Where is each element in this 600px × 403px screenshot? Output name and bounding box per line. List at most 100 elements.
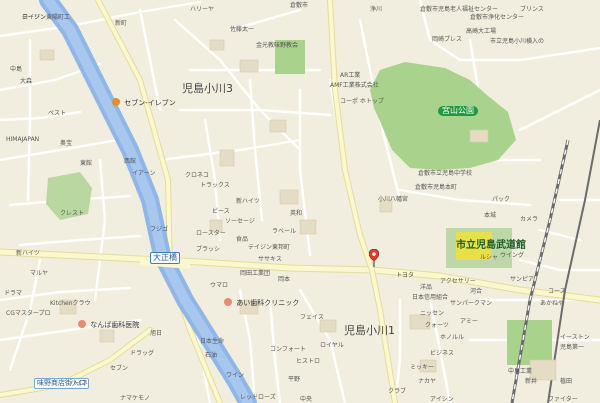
map-label: ハイネ: [70, 380, 88, 387]
map-label: あかねや: [540, 300, 565, 307]
map-label: パック: [492, 196, 511, 203]
map-label: 新ハイツ: [16, 250, 40, 257]
map-label: サンピア: [510, 276, 535, 283]
map-label: ワイン: [226, 372, 245, 379]
map-label: ドラッグ: [130, 350, 155, 357]
map-label: 小川八幡宮: [378, 196, 409, 203]
map-label: ルシャ: [480, 254, 499, 261]
map-label: 新井: [525, 378, 538, 385]
map-label: カメラ: [520, 216, 539, 223]
map-label: 日本生命: [200, 338, 225, 345]
map-label: 河合: [470, 288, 483, 295]
map-label: ブリンス: [520, 6, 544, 13]
map-label: ロイヤル: [320, 342, 344, 349]
area-label-kojima-ogawa-3: 児島小川3: [182, 82, 233, 95]
map-label: セブン: [110, 365, 129, 372]
map-label: マルヤ: [30, 270, 49, 277]
map-label: ブラッシ: [196, 246, 221, 253]
map-label: コース: [548, 288, 566, 295]
map-label: 石油: [205, 352, 218, 359]
map-label: AMF工業株式会社: [330, 82, 379, 89]
map-label: 中島: [10, 66, 23, 73]
map-label: 大森: [20, 78, 33, 85]
map-label: 児島第一: [560, 344, 585, 351]
poi-seven-eleven[interactable]: セブン-イレブン: [112, 98, 176, 108]
map-label: ウイング: [500, 252, 525, 259]
map-label: 倉敷市児島老人福祉センター: [420, 6, 499, 13]
map-label: サンパークマン: [450, 300, 493, 307]
map-label: 金光教味野教会: [256, 42, 299, 49]
map-label: ソーセージ: [225, 218, 255, 225]
poi-dental-namba[interactable]: なんば歯科医院: [78, 320, 139, 330]
map-label: 倉敷市立児島中学校: [418, 170, 473, 177]
map-label: 倉敷市児島本町: [415, 184, 458, 191]
map-label: 倉敷市浄化センター: [470, 14, 525, 21]
map-label: Kitchenクラウ: [50, 300, 91, 307]
map-label: ミッキー: [410, 364, 435, 371]
map-label: ファイター: [548, 396, 578, 403]
map-label: 岡田工業団: [240, 270, 271, 277]
map-label: レッドローズ: [240, 394, 276, 401]
map-label: 洋品: [420, 284, 433, 291]
map-label: 奥宝: [60, 140, 73, 147]
map-label: トラックス: [200, 182, 230, 189]
map-label: CGマスタープロ: [6, 310, 51, 317]
map-label: 岡崎プレス: [432, 36, 463, 43]
map-label: 旭日: [150, 330, 163, 337]
map-label: ナカヤ: [418, 378, 437, 385]
map-label: ニッセン: [420, 310, 445, 317]
map-label: アイシン: [430, 396, 454, 403]
map-label: 市立児島小川横入の: [490, 38, 545, 45]
map-label: 日本信用組合: [412, 294, 449, 301]
map-label: クレスト: [60, 210, 85, 217]
map-label: ハリーヤ: [190, 6, 215, 13]
map-label: 倉敷市: [290, 2, 309, 9]
map-label: ウマロ: [210, 282, 229, 289]
map-label: ピース: [212, 208, 230, 215]
map-label: 新ハイツ: [236, 198, 260, 205]
map-label: アミー: [460, 318, 478, 325]
map-label: 東館: [80, 160, 93, 167]
bridge-label: 大正橋: [150, 252, 180, 264]
map-label: ビジネス: [430, 350, 455, 357]
map-label: AR工業: [340, 72, 361, 79]
map-label: ホノルル: [440, 334, 465, 341]
clinic-icon: [78, 320, 86, 328]
map-label: クロネコ: [185, 172, 209, 179]
poi-label: セブン-イレブン: [124, 99, 176, 107]
map-label: コンフォート: [270, 346, 306, 353]
map-label: アクセサリー: [440, 278, 476, 285]
map-label: ローソン: [22, 14, 47, 21]
poi-label: なんば歯科医院: [90, 321, 140, 329]
poi-label: あい歯科クリニック: [236, 299, 300, 307]
map-label: イアーン: [132, 170, 156, 177]
map-label: ペスト: [48, 110, 67, 117]
map-label: 食品: [236, 236, 249, 243]
location-pin-icon[interactable]: [369, 249, 379, 267]
map-label: テイジン東邦町: [248, 244, 291, 251]
map-label: 平野: [288, 376, 301, 383]
map-label: 浄川: [370, 6, 383, 13]
map-label: フジゴ: [150, 226, 169, 233]
map-label: 植田: [560, 378, 573, 385]
poi-dental-ai[interactable]: あい歯科クリニック: [224, 298, 299, 308]
map-label: ナマケモノ: [120, 395, 151, 402]
map-label: ササキス: [258, 256, 282, 263]
map-label: 中島工業: [508, 368, 533, 375]
store-icon: [112, 98, 120, 106]
area-label-kojima-ogawa-1: 児島小川1: [344, 324, 395, 337]
park-label[interactable]: 宮山公園: [438, 106, 478, 116]
map-label: ドラマ: [4, 290, 23, 297]
map-label: クラブ: [388, 388, 407, 395]
map-label: 高崎大工場: [466, 28, 497, 35]
map-label: 本城: [484, 212, 497, 219]
map-label: ロースター: [196, 230, 226, 237]
dojo-label[interactable]: 市立児島武道館: [456, 236, 526, 251]
map-label: クォーツ: [425, 322, 449, 329]
map-label: 英和: [290, 210, 303, 217]
map-label: 岡本: [278, 276, 291, 283]
map-label: ヒストロ: [296, 358, 321, 365]
map-label: フェイス: [300, 314, 324, 321]
map-label: トヨタ: [396, 272, 415, 279]
map-label: 新町: [115, 20, 128, 27]
